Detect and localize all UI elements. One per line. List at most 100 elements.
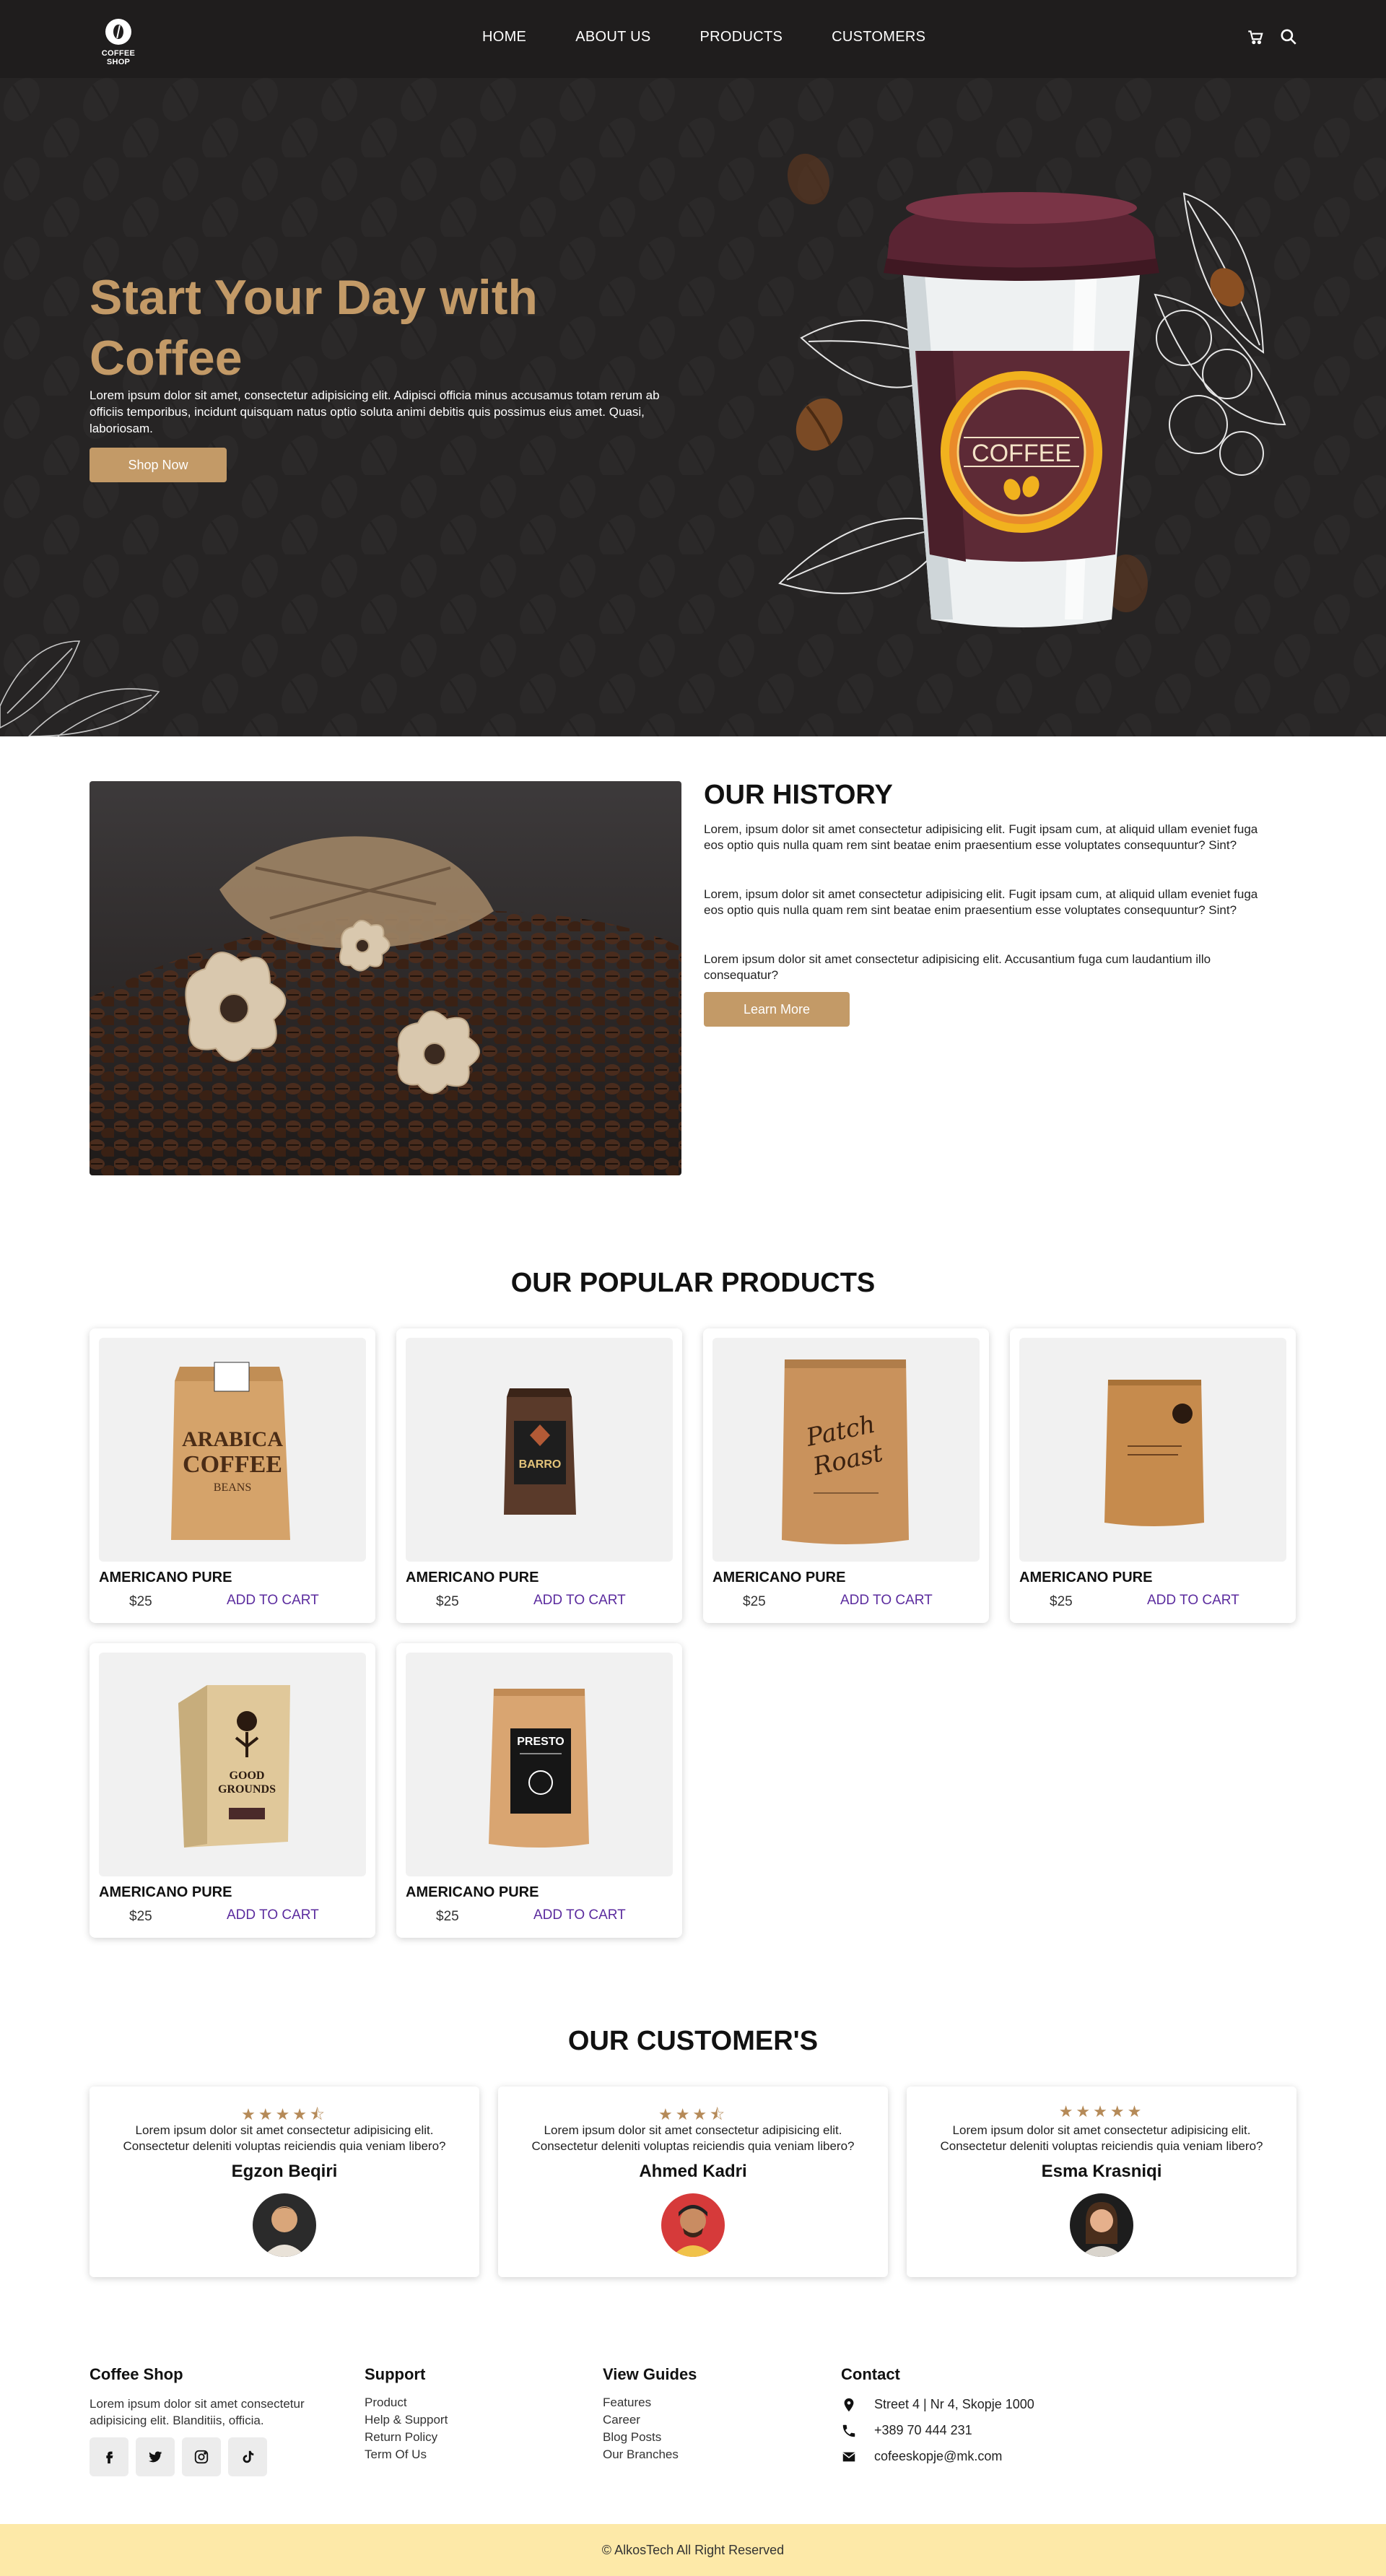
product-card[interactable]: AMERICANO PURE $25 ADD TO CART [1010, 1328, 1296, 1623]
add-to-cart-button[interactable]: ADD TO CART [533, 1593, 626, 1609]
product-card[interactable]: GOOD GROUNDS AMERICANO PURE $25 ADD TO C… [90, 1643, 375, 1938]
product-price: $25 [436, 1594, 459, 1609]
svg-text:ARABICA: ARABICA [182, 1427, 283, 1451]
footer-guides-title: View Guides [603, 2365, 697, 2383]
reviewer-name: Egzon Beqiri [231, 2162, 338, 2181]
twitter-button[interactable] [136, 2437, 175, 2476]
product-price: $25 [1050, 1594, 1073, 1609]
add-to-cart-button[interactable]: ADD TO CART [227, 1593, 319, 1609]
add-to-cart-button[interactable]: ADD TO CART [840, 1593, 933, 1609]
history-image [90, 781, 681, 1175]
top-nav: COFFEE SHOP HOME ABOUT US PRODUCTS CUSTO… [0, 0, 1386, 78]
tiktok-icon [243, 2450, 254, 2463]
review-card: ★★★★⯪ Lorem ipsum dolor sit amet consect… [90, 2087, 479, 2277]
reviewer-name: Esma Krasniqi [1041, 2162, 1162, 2181]
product-image: GOOD GROUNDS [99, 1653, 366, 1876]
mail-icon [842, 2452, 855, 2462]
footer-support-title: Support [365, 2365, 426, 2383]
coffee-bean-logo-icon [105, 19, 131, 45]
svg-text:BEANS: BEANS [214, 1481, 251, 1494]
nav-item-customers[interactable]: CUSTOMERS [832, 29, 925, 45]
tiktok-button[interactable] [228, 2437, 267, 2476]
product-price: $25 [129, 1594, 152, 1609]
add-to-cart-button[interactable]: ADD TO CART [533, 1907, 626, 1923]
svg-text:GROUNDS: GROUNDS [218, 1783, 276, 1796]
customers-title: OUR CUSTOMER'S [567, 2026, 819, 2056]
product-image: PRESTO [406, 1653, 673, 1876]
product-name: AMERICANO PURE [712, 1570, 846, 1585]
main-menu: HOME ABOUT US PRODUCTS CUSTOMERS [482, 29, 975, 45]
product-price: $25 [436, 1909, 459, 1924]
footer-link-career[interactable]: Career [603, 2413, 640, 2427]
product-price: $25 [129, 1909, 152, 1924]
review-text: Lorem ipsum dolor sit amet consectetur a… [940, 2123, 1263, 2153]
product-name: AMERICANO PURE [99, 1570, 232, 1585]
coffee-cup-illustration: COFFEE [778, 153, 1286, 627]
instagram-button[interactable] [182, 2437, 221, 2476]
product-price: $25 [743, 1594, 766, 1609]
nav-item-home[interactable]: HOME [482, 29, 526, 45]
footer-link-product[interactable]: Product [365, 2396, 407, 2410]
reviewer-name: Ahmed Kadri [639, 2162, 747, 2181]
location-pin-icon [844, 2398, 854, 2412]
review-text: Lorem ipsum dolor sit amet consectetur a… [531, 2123, 855, 2153]
nav-item-products[interactable]: PRODUCTS [699, 29, 783, 45]
product-image: Patch Roast [712, 1338, 980, 1562]
footer-about-text: Lorem ipsum dolor sit amet consectetur a… [90, 2397, 305, 2427]
contact-phone-text[interactable]: +389 70 444 231 [874, 2423, 972, 2438]
review-text: Lorem ipsum dolor sit amet consectetur a… [123, 2123, 446, 2153]
footer-link-terms[interactable]: Term Of Us [365, 2447, 427, 2462]
footer-link-branches[interactable]: Our Branches [603, 2447, 679, 2462]
svg-text:COFFEE: COFFEE [183, 1451, 282, 1478]
footer-link-features[interactable]: Features [603, 2396, 651, 2410]
product-card[interactable]: ARABICA COFFEE BEANS AMERICANO PURE $25 … [90, 1328, 375, 1623]
svg-text:PRESTO: PRESTO [517, 1736, 565, 1748]
product-card[interactable]: BARRO AMERICANO PURE $25 ADD TO CART [396, 1328, 682, 1623]
product-card[interactable]: Patch Roast AMERICANO PURE $25 ADD TO CA… [703, 1328, 989, 1623]
svg-text:BARRO: BARRO [519, 1458, 562, 1471]
product-name: AMERICANO PURE [406, 1884, 539, 1900]
footer-link-help[interactable]: Help & Support [365, 2413, 448, 2427]
review-card: ★★★⯪ Lorem ipsum dolor sit amet consecte… [498, 2087, 888, 2277]
footer-link-return-policy[interactable]: Return Policy [365, 2430, 437, 2445]
history-title: OUR HISTORY [704, 780, 893, 810]
twitter-icon [149, 2451, 162, 2463]
product-name: AMERICANO PURE [1019, 1570, 1153, 1585]
rating-stars: ★★★★★ [1058, 2102, 1145, 2120]
instagram-icon [194, 2450, 209, 2464]
shop-now-button[interactable]: Shop Now [90, 448, 227, 482]
nav-actions [1246, 27, 1298, 46]
avatar [1070, 2193, 1133, 2257]
learn-more-button[interactable]: Learn More [704, 992, 850, 1027]
facebook-button[interactable] [90, 2437, 128, 2476]
product-name: AMERICANO PURE [99, 1884, 232, 1900]
history-paragraph-1: Lorem, ipsum dolor sit amet consectetur … [704, 822, 1258, 852]
facebook-icon [106, 2451, 113, 2464]
phone-icon [842, 2424, 855, 2437]
contact-address-text: Street 4 | Nr 4, Skopje 1000 [874, 2397, 1034, 2411]
product-card[interactable]: PRESTO AMERICANO PURE $25 ADD TO CART [396, 1643, 682, 1938]
product-image: ARABICA COFFEE BEANS [99, 1338, 366, 1562]
svg-text:GOOD: GOOD [230, 1770, 265, 1782]
contact-email-text[interactable]: cofeeskopje@mk.com [874, 2449, 1002, 2464]
hero-section: Start Your Day with Coffee Lorem ipsum d… [0, 78, 1386, 736]
footer-link-blog[interactable]: Blog Posts [603, 2430, 661, 2445]
hero-text: Lorem ipsum dolor sit amet, consectetur … [90, 388, 660, 435]
history-paragraph-3: Lorem ipsum dolor sit amet consectetur a… [704, 952, 1211, 982]
nav-item-about[interactable]: ABOUT US [575, 29, 650, 45]
cart-icon[interactable] [1246, 27, 1265, 46]
history-paragraph-2: Lorem, ipsum dolor sit amet consectetur … [704, 887, 1258, 917]
avatar [661, 2193, 725, 2257]
hero-title: Start Your Day with Coffee [90, 270, 538, 386]
search-icon[interactable] [1279, 27, 1298, 46]
cup-label: COFFEE [972, 440, 1071, 467]
product-name: AMERICANO PURE [406, 1570, 539, 1585]
products-title: OUR POPULAR PRODUCTS [510, 1268, 876, 1298]
add-to-cart-button[interactable]: ADD TO CART [1147, 1593, 1239, 1609]
brand-logo[interactable]: COFFEE SHOP [90, 19, 147, 66]
brand-name: COFFEE SHOP [101, 49, 136, 66]
footer-contact-title: Contact [841, 2365, 900, 2383]
footer-brand-title: Coffee Shop [90, 2365, 183, 2383]
add-to-cart-button[interactable]: ADD TO CART [227, 1907, 319, 1923]
avatar [253, 2193, 316, 2257]
